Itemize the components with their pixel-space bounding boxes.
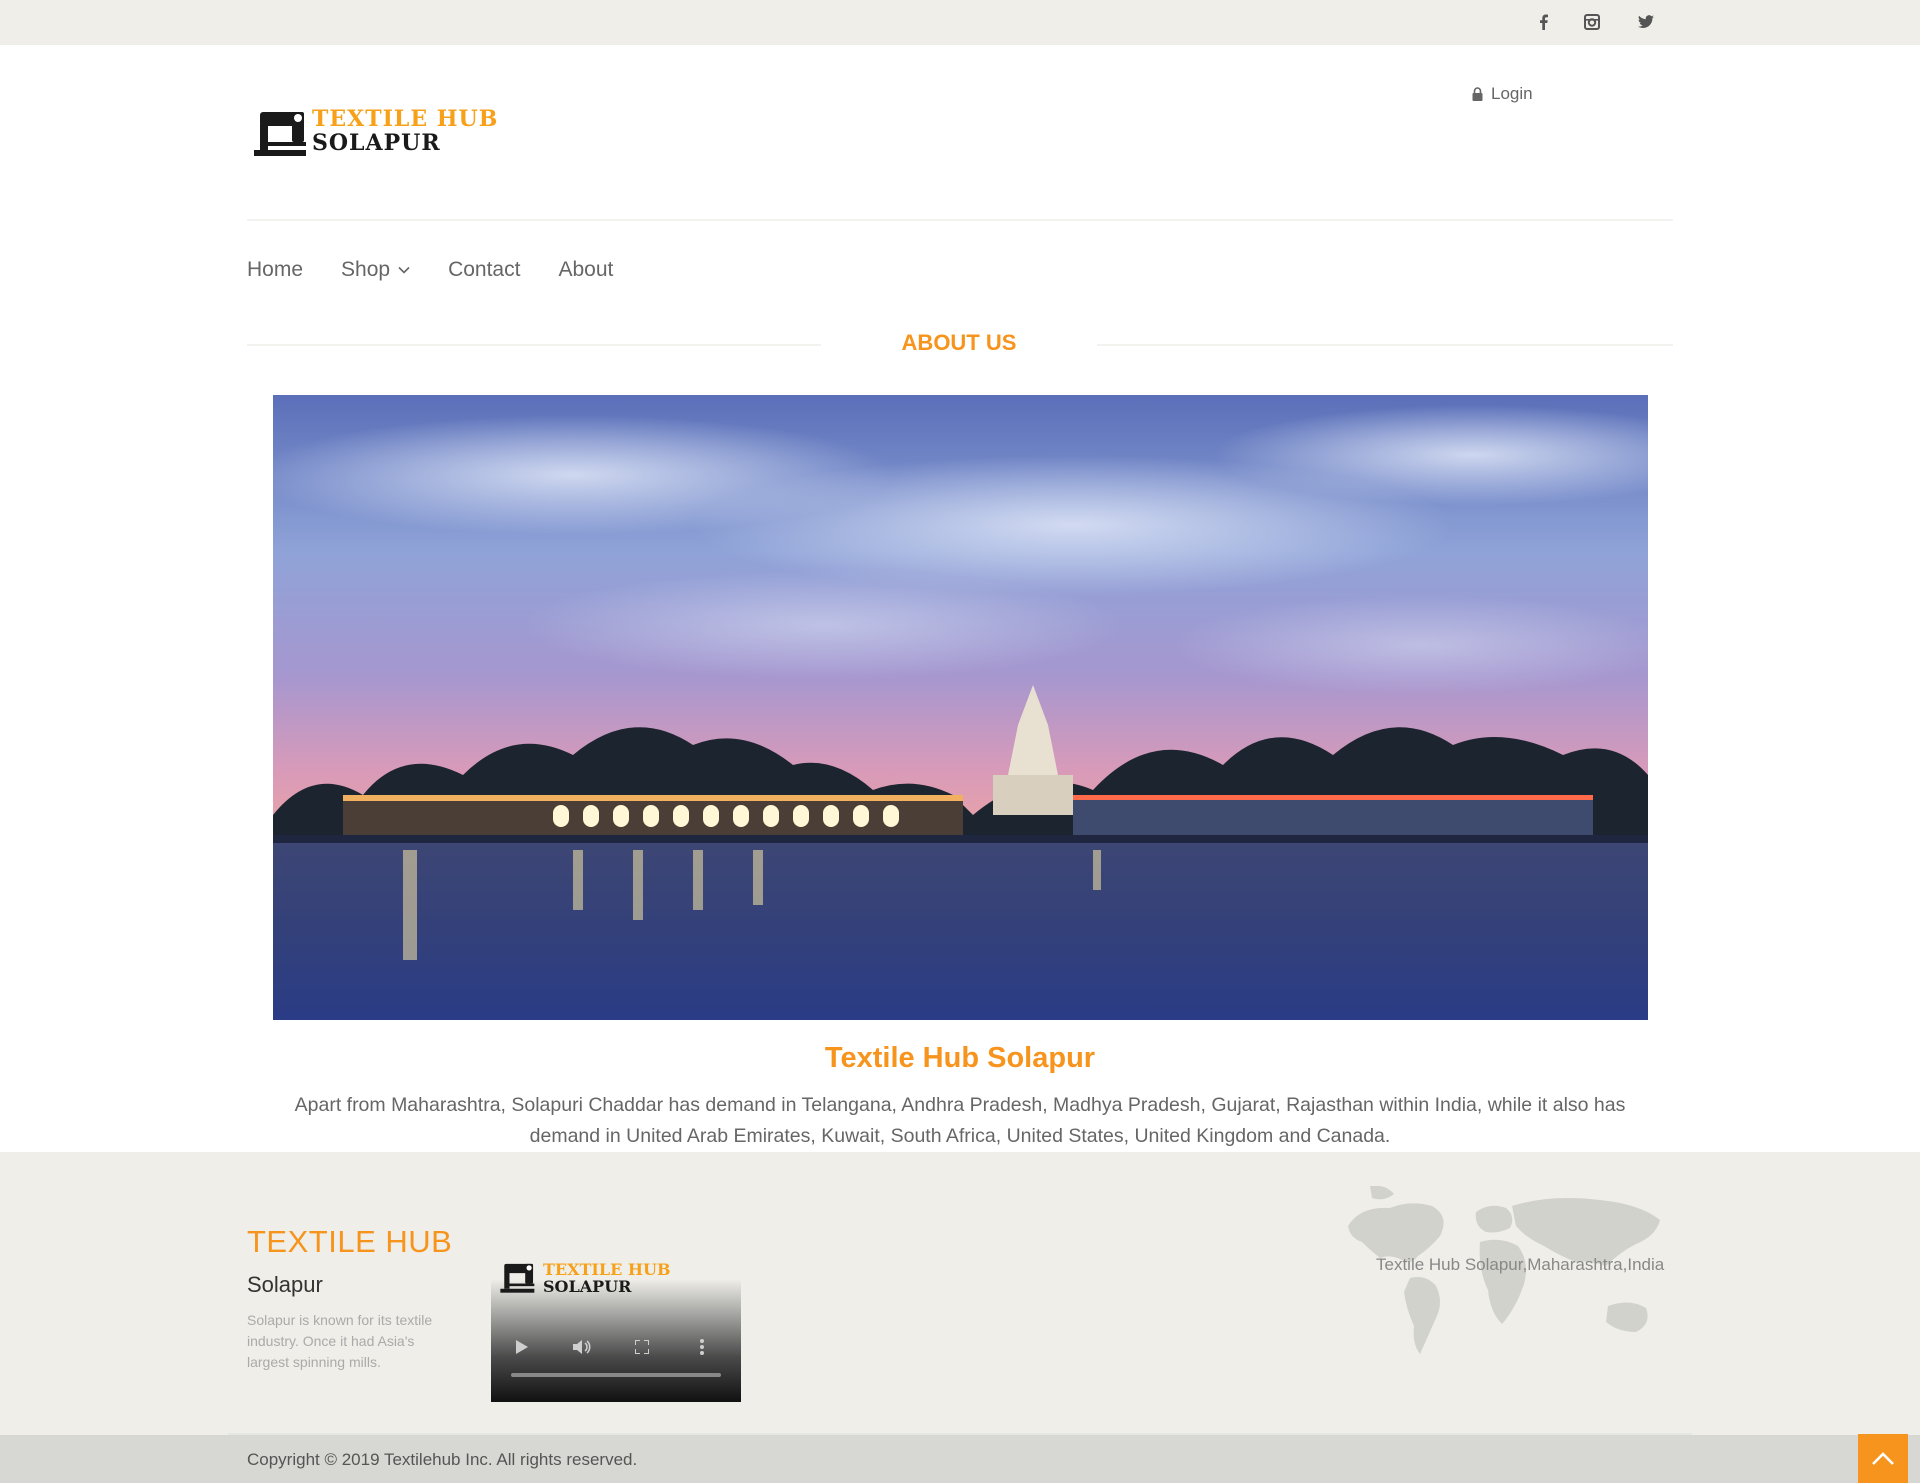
header-divider [247, 219, 1673, 221]
twitter-icon[interactable] [1636, 12, 1656, 32]
logo-line2: SOLAPUR [312, 130, 441, 156]
footer-address: Textile Hub Solapur,Maharashtra,India [1376, 1255, 1665, 1274]
nav-item-shop[interactable]: Shop [341, 258, 410, 282]
copyright-text: Copyright © 2019 Textilehub Inc. All rig… [247, 1450, 638, 1469]
login-label: Login [1491, 84, 1533, 103]
hero-image [273, 395, 1648, 1020]
nav-item-label: Shop [341, 258, 391, 281]
nav-item-label: Home [247, 258, 304, 281]
facebook-icon[interactable] [1533, 12, 1553, 32]
site-logo[interactable]: TEXTILE HUB SOLAPUR [252, 104, 514, 162]
video-logo-line2: SOLAPUR [543, 1277, 632, 1296]
nav-item-contact[interactable]: Contact [448, 258, 520, 282]
footer-description: Solapur is known for its textile industr… [247, 1312, 433, 1370]
chevron-down-icon [398, 266, 410, 274]
footer-brand: TEXTILE HUB [247, 1224, 453, 1259]
nav-item-about[interactable]: About [558, 258, 613, 282]
lock-icon [1472, 87, 1483, 101]
fullscreen-icon[interactable] [631, 1336, 653, 1358]
chevron-up-icon [1872, 1451, 1894, 1465]
video-player[interactable]: TEXTILE HUB SOLAPUR [491, 1252, 741, 1402]
nav-item-label: About [558, 258, 614, 281]
volume-icon[interactable] [571, 1336, 593, 1358]
section-divider-right [1097, 344, 1673, 346]
content-body: Apart from Maharashtra, Solapuri Chaddar… [294, 1094, 1626, 1147]
scroll-to-top-button[interactable] [1858, 1434, 1908, 1483]
login-link[interactable]: Login [1472, 84, 1533, 104]
logo-line1: TEXTILE HUB [312, 106, 499, 132]
main-nav: Home Shop Contact About [247, 258, 613, 282]
instagram-icon[interactable] [1582, 12, 1602, 32]
top-bar [0, 0, 1920, 45]
sewing-machine-icon [254, 112, 306, 156]
nav-item-home[interactable]: Home [247, 258, 303, 282]
nav-item-label: Contact [448, 258, 521, 281]
section-divider-left [247, 344, 821, 346]
video-logo: TEXTILE HUB SOLAPUR [497, 1260, 697, 1296]
content-title: Textile Hub Solapur [824, 1042, 1096, 1074]
video-progress-bar[interactable] [511, 1373, 721, 1377]
section-title: ABOUT US [901, 330, 1017, 355]
footer-subtitle: Solapur [247, 1272, 323, 1297]
more-options-icon[interactable] [691, 1336, 713, 1358]
world-map-icon [1348, 1186, 1660, 1354]
sewing-machine-icon [500, 1263, 535, 1293]
play-icon[interactable] [511, 1336, 533, 1358]
